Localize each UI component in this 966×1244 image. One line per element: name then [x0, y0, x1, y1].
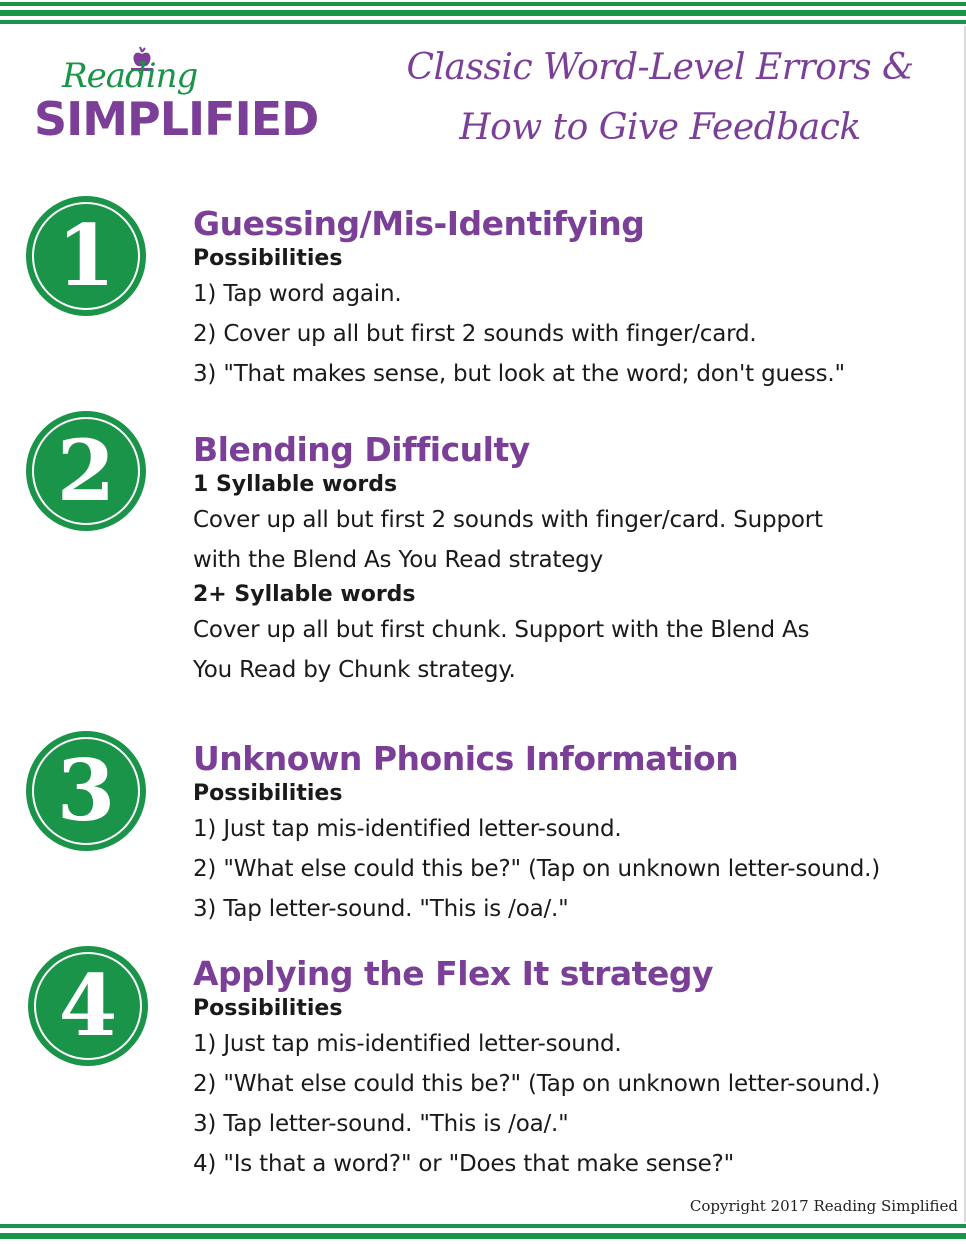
section-line: 3) Tap letter-sound. "This is /oa/."	[193, 896, 569, 922]
number-badge-1: 1	[26, 196, 146, 316]
section-subheading: Possibilities	[193, 246, 343, 271]
badge-number: 1	[56, 206, 116, 305]
section-subheading: Possibilities	[193, 781, 343, 806]
title-line-2: How to Give Feedback	[459, 107, 861, 148]
section-line: 1) Just tap mis-identified letter-sound.	[193, 1031, 622, 1057]
number-badge-4: 4	[28, 946, 148, 1066]
section-title: Unknown Phonics Information	[193, 739, 739, 778]
section-subheading: Possibilities	[193, 996, 343, 1021]
section-guessing: Guessing/Mis-Identifying Possibilities 1…	[193, 204, 953, 394]
reading-simplified-logo: Reading SIMPLIFIED	[32, 44, 332, 154]
section-line: You Read by Chunk strategy.	[193, 657, 516, 683]
section-flex-it: Applying the Flex It strategy Possibilit…	[193, 954, 953, 1184]
section-line: with the Blend As You Read strategy	[193, 547, 603, 573]
copyright-text: Copyright 2017 Reading Simplified	[689, 1197, 958, 1215]
section-line: 3) "That makes sense, but look at the wo…	[193, 361, 845, 387]
number-badge-3: 3	[26, 731, 146, 851]
section-title: Applying the Flex It strategy	[193, 954, 713, 993]
section-line: 3) Tap letter-sound. "This is /oa/."	[193, 1111, 569, 1137]
section-line: 2) Cover up all but first 2 sounds with …	[193, 321, 757, 347]
section-phonics: Unknown Phonics Information Possibilitie…	[193, 739, 953, 929]
top-border-line	[0, 2, 966, 6]
logo-simplified-text: SIMPLIFIED	[34, 92, 319, 146]
section-line: 2) "What else could this be?" (Tap on un…	[193, 1071, 881, 1097]
badge-number: 4	[58, 956, 118, 1055]
badge-number: 3	[56, 741, 116, 840]
section-line: Cover up all but first 2 sounds with fin…	[193, 507, 823, 533]
top-border-line	[0, 20, 966, 24]
bottom-border-line	[0, 1224, 966, 1228]
section-blending: Blending Difficulty 1 Syllable words Cov…	[193, 430, 953, 690]
logo-reading-text: Reading	[62, 56, 198, 96]
section-line: 1) Tap word again.	[193, 281, 402, 307]
section-line: 4) "Is that a word?" or "Does that make …	[193, 1151, 734, 1177]
section-line: 2) "What else could this be?" (Tap on un…	[193, 856, 881, 882]
badge-number: 2	[56, 421, 116, 520]
section-line: 1) Just tap mis-identified letter-sound.	[193, 816, 622, 842]
title-line-1: Classic Word-Level Errors &	[406, 47, 914, 88]
section-line: Cover up all but first chunk. Support wi…	[193, 617, 810, 643]
section-subheading: 1 Syllable words	[193, 472, 398, 497]
page-title: Classic Word-Level Errors & How to Give …	[400, 38, 920, 158]
top-border-line	[0, 10, 966, 16]
section-title: Guessing/Mis-Identifying	[193, 204, 645, 243]
number-badge-2: 2	[26, 411, 146, 531]
bottom-border-line	[0, 1233, 966, 1239]
section-subheading: 2+ Syllable words	[193, 582, 416, 607]
section-title: Blending Difficulty	[193, 430, 530, 469]
